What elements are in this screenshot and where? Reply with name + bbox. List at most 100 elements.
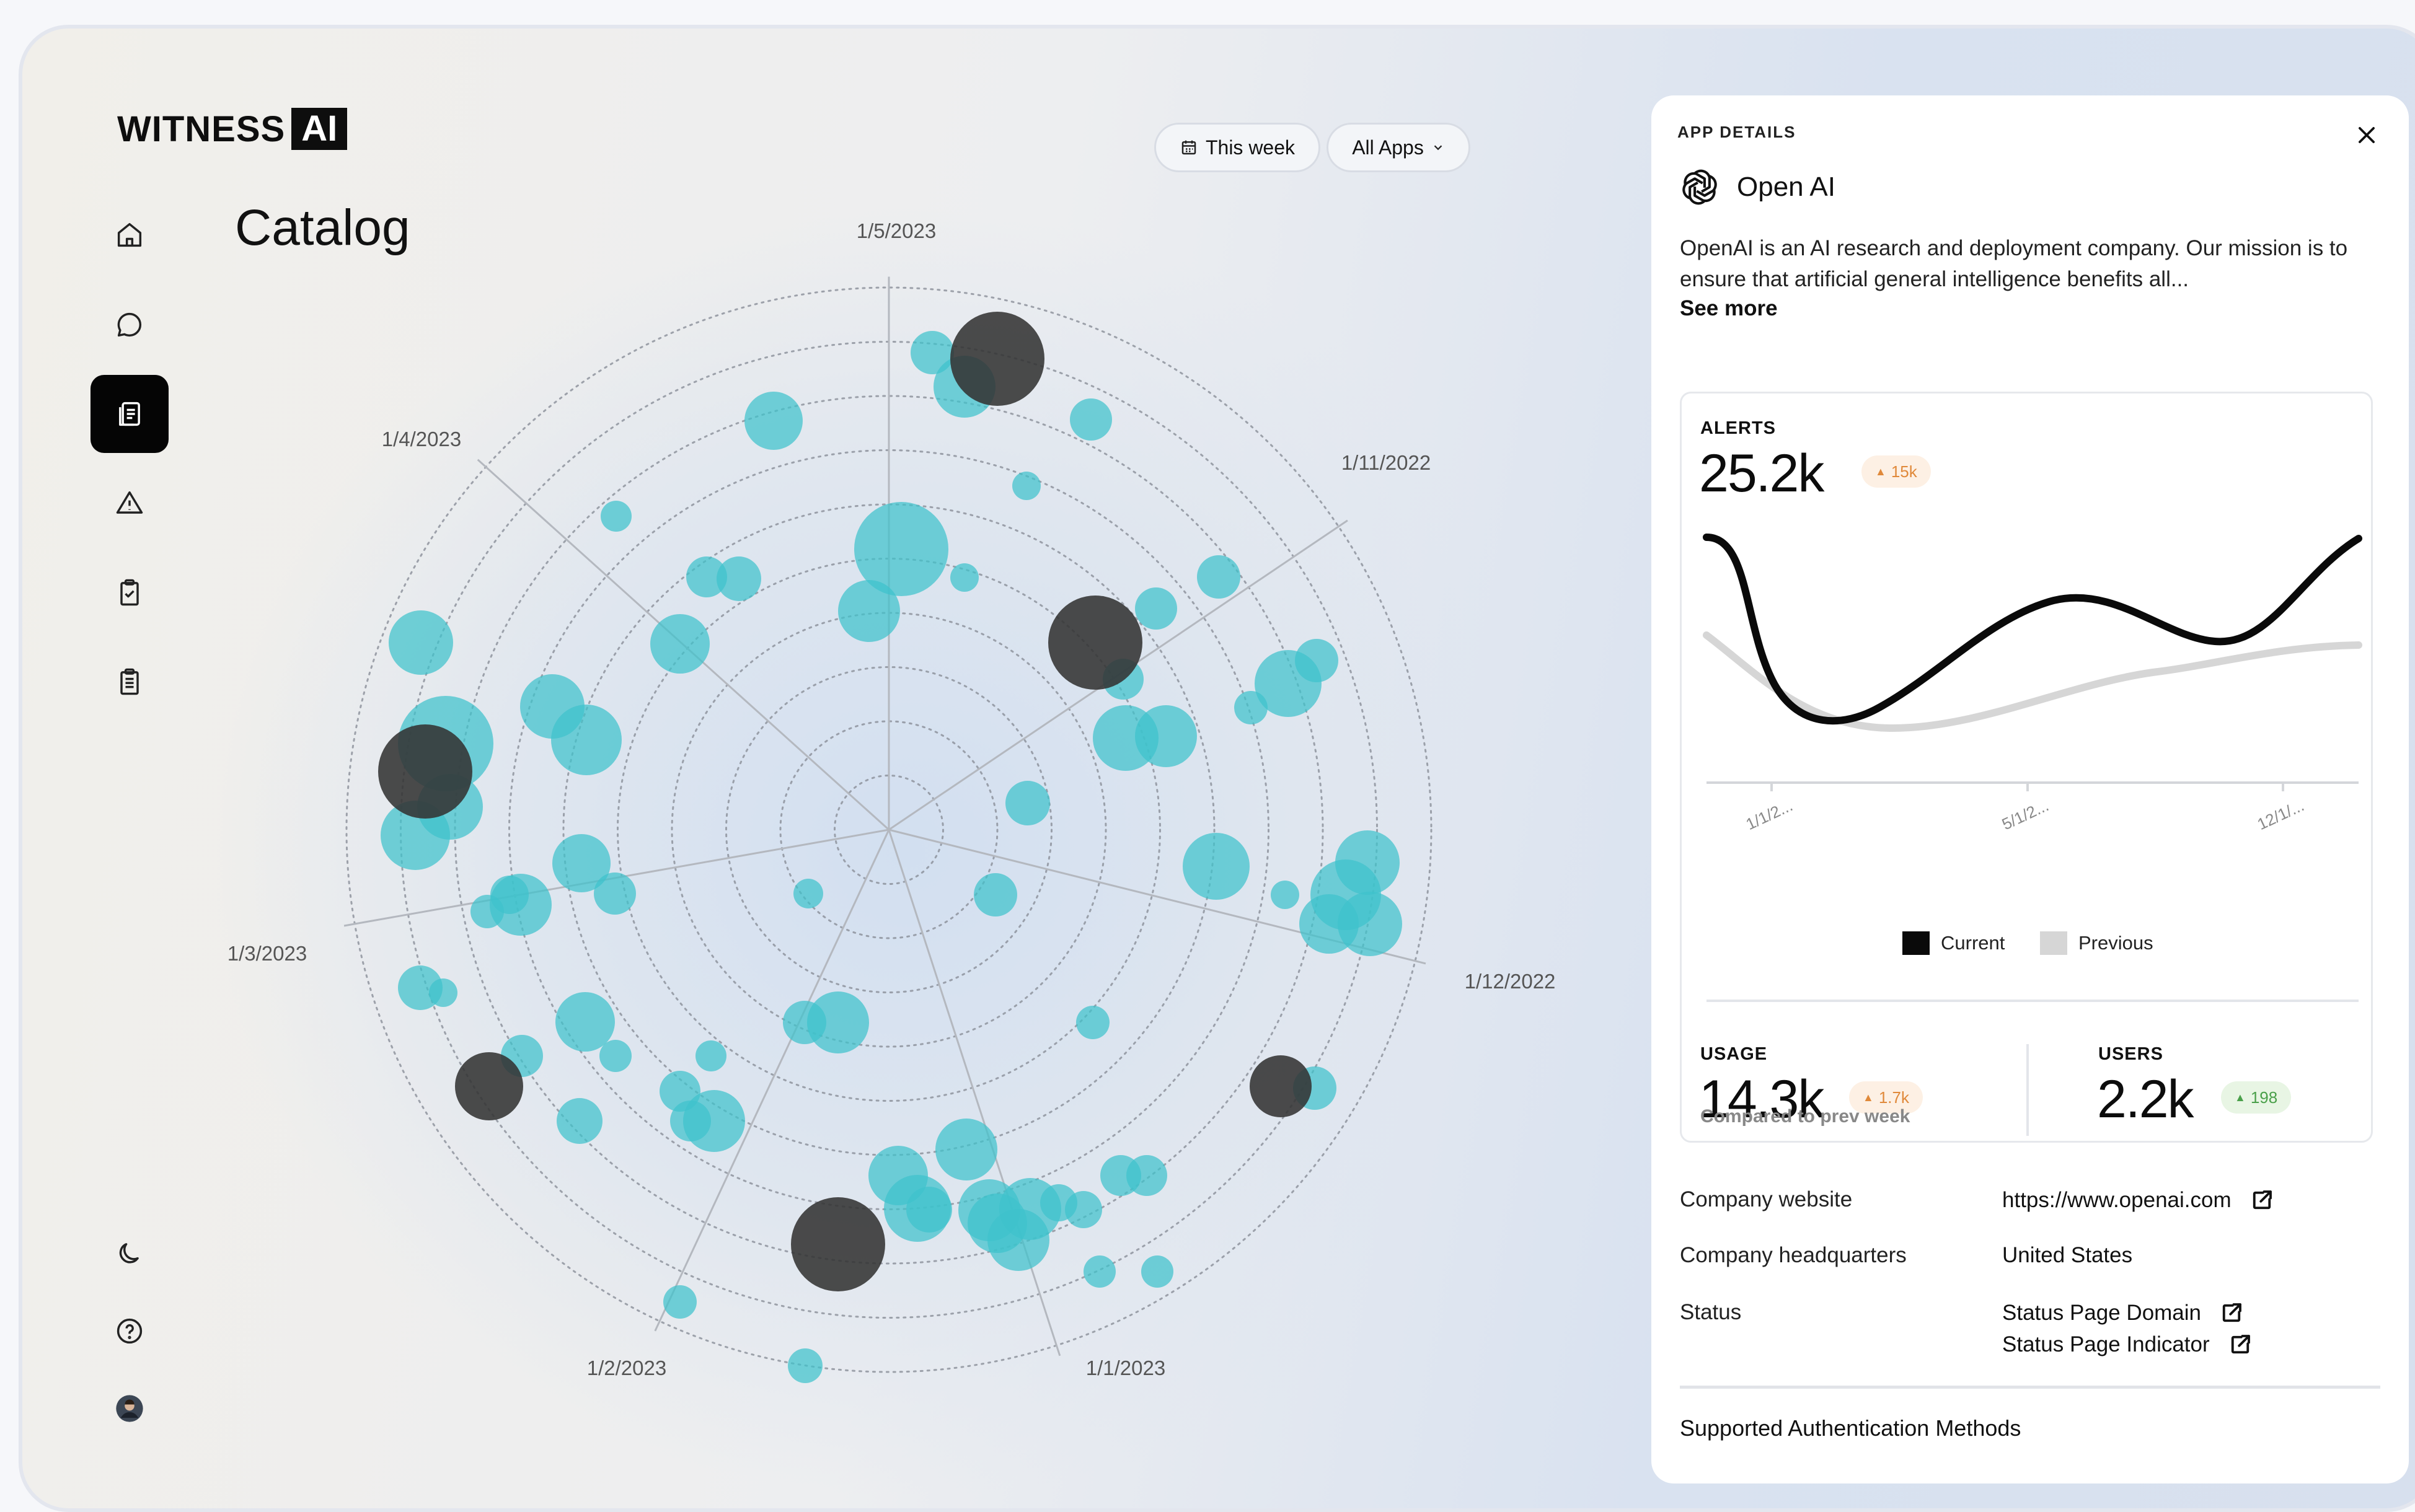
app-bubble [1299, 894, 1359, 954]
app-bubble [599, 1040, 632, 1072]
app-bubble [1126, 1155, 1167, 1196]
alerts-label: ALERTS [1700, 418, 1776, 438]
app-bubble [974, 873, 1017, 916]
app-bubble [717, 556, 761, 601]
status-domain-link[interactable]: Status Page Domain [2002, 1301, 2201, 1325]
app-bubble [1005, 781, 1050, 825]
users-value: 2.2k [2097, 1070, 2194, 1129]
app-bubble-highlighted [378, 724, 472, 819]
app-bubble [987, 1209, 1049, 1271]
app-bubble [1141, 1255, 1173, 1288]
app-bubble [429, 978, 457, 1007]
company-hq-text: United States [2002, 1243, 2133, 1267]
alerts-delta: 15k [1891, 462, 1917, 481]
close-button[interactable] [2349, 118, 2384, 152]
legend-current-label: Current [1941, 932, 2005, 954]
app-bubble [594, 872, 636, 915]
axis-label: 1/2/2023 [587, 1356, 666, 1379]
axis-label: 1/12/2022 [1465, 970, 1556, 993]
triangle-up-icon: ▲ [1875, 465, 1886, 478]
app-window: WITNESS AI Catalog This week All Apps 1/… [19, 25, 2415, 1512]
legend-current: Current [1902, 931, 2005, 955]
axis-label: 1/5/2023 [857, 219, 936, 242]
app-bubble [1183, 833, 1250, 900]
app-description: OpenAI is an AI research and deployment … [1680, 236, 2348, 291]
app-bubble-highlighted [950, 312, 1044, 406]
triangle-up-icon: ▲ [2235, 1091, 2246, 1104]
app-bubble [555, 992, 615, 1052]
axis-label: 1/4/2023 [382, 428, 461, 451]
app-bubble [1065, 1191, 1102, 1228]
radial-axis [888, 829, 1061, 1356]
current-series-line [1703, 534, 2362, 725]
app-bubble [1070, 398, 1112, 441]
app-bubble [935, 1119, 997, 1180]
app-bubble [838, 580, 900, 642]
users-delta-badge: ▲ 198 [2221, 1081, 2292, 1114]
axis-label: 1/1/2023 [1086, 1356, 1165, 1379]
status-domain-row[interactable]: Status Page Domain [2002, 1300, 2245, 1326]
company-website-link[interactable]: https://www.openai.com [2002, 1188, 2232, 1213]
app-bubble [389, 610, 453, 675]
legend-previous-label: Previous [2078, 932, 2153, 954]
status-indicator-row[interactable]: Status Page Indicator [2002, 1332, 2253, 1358]
app-name: Open AI [1737, 172, 1836, 202]
app-details-panel: APP DETAILS Open AI OpenAI is an AI rese… [1651, 95, 2409, 1483]
see-more-link[interactable]: See more [1680, 296, 1778, 321]
app-bubble-highlighted [455, 1052, 523, 1120]
app-bubble [1076, 1006, 1110, 1039]
app-bubble [557, 1098, 603, 1144]
axis-label: 1/3/2023 [227, 942, 307, 965]
app-bubble [551, 705, 622, 775]
external-link-icon[interactable] [2227, 1332, 2253, 1358]
app-catalog-radial-chart: 1/5/2023 1/11/2022 1/12/2022 1/1/2023 1/2/20… [227, 219, 1556, 1383]
alerts-line-chart: 1/1/2... 5/1/2... 12/1/... [1703, 534, 2362, 833]
users-delta: 198 [2250, 1088, 2278, 1107]
alerts-delta-badge: ▲ 15k [1861, 455, 1931, 488]
company-website-label: Company website [1680, 1187, 1853, 1211]
app-bubble [1271, 881, 1299, 909]
app-bubble [906, 1187, 952, 1233]
compare-note: Compared to prev week [1700, 1106, 1910, 1127]
external-link-icon[interactable] [2249, 1187, 2275, 1213]
app-bubble [663, 1285, 697, 1319]
app-bubble [1135, 705, 1197, 767]
section-divider [1680, 1386, 2380, 1389]
alerts-value: 25.2k [1699, 444, 1824, 503]
app-bubble-highlighted [1048, 596, 1142, 690]
close-icon [2359, 127, 2375, 143]
panel-header: APP DETAILS [1677, 123, 1796, 141]
app-bubble [1234, 691, 1268, 724]
company-website-value[interactable]: https://www.openai.com [2002, 1187, 2275, 1213]
app-bubble [1084, 1255, 1116, 1288]
app-bubble [601, 501, 632, 532]
users-label: USERS [2098, 1044, 2163, 1064]
x-tick-label: 1/1/2... [1743, 796, 1796, 833]
usage-label: USAGE [1700, 1044, 1768, 1064]
divider [1706, 1000, 2359, 1002]
legend-swatch-previous [2040, 931, 2067, 955]
vertical-divider [2026, 1044, 2029, 1136]
app-bubble [650, 614, 710, 674]
app-bubble [1012, 472, 1041, 500]
app-bubble [683, 1090, 745, 1152]
app-bubble [1135, 587, 1177, 630]
auth-methods-title: Supported Authentication Methods [1680, 1415, 2021, 1441]
openai-logo-icon [1682, 169, 1717, 205]
legend-swatch-current [1902, 931, 1930, 955]
company-hq-label: Company headquarters [1680, 1243, 1907, 1267]
app-bubble [950, 563, 979, 592]
app-bubble [1197, 555, 1240, 599]
axis-label: 1/11/2022 [1341, 451, 1431, 474]
external-link-icon[interactable] [2219, 1300, 2245, 1326]
app-bubble [793, 879, 823, 908]
app-bubble [695, 1040, 726, 1071]
app-bubble-highlighted [1250, 1055, 1312, 1117]
status-label: Status [1680, 1300, 1742, 1324]
metrics-card: ALERTS 25.2k ▲ 15k 1/1/2... 5/1/2... 12/1/… [1680, 392, 2373, 1143]
app-title-row: Open AI [1676, 164, 1835, 211]
app-bubble-highlighted [791, 1197, 885, 1291]
app-bubble [744, 392, 803, 450]
legend-previous: Previous [2040, 931, 2153, 955]
status-indicator-link[interactable]: Status Page Indicator [2002, 1332, 2210, 1357]
